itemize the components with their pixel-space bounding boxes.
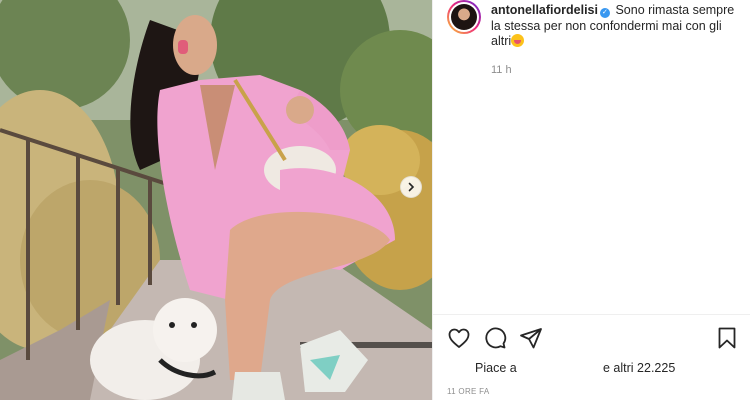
grinning-tongue-emoji-icon bbox=[511, 34, 525, 47]
comment-timestamp: 11 h bbox=[491, 64, 512, 76]
chevron-right-icon bbox=[408, 182, 415, 192]
avatar[interactable] bbox=[447, 0, 481, 34]
likes-prefix: Piace a bbox=[475, 361, 517, 375]
post-details-panel: antonellafiordelisi ✓ Sono rimasta sempre… bbox=[432, 0, 750, 400]
post-photo-illustration bbox=[0, 0, 432, 400]
like-button[interactable] bbox=[447, 326, 471, 355]
verified-badge-icon: ✓ bbox=[599, 8, 610, 18]
post-date[interactable]: 11 ORE FA bbox=[447, 387, 490, 396]
divider bbox=[433, 314, 750, 315]
caption-row: antonellafiordelisi ✓ Sono rimasta sempre… bbox=[447, 0, 747, 50]
heart-icon bbox=[448, 328, 470, 348]
comment-bubble-icon bbox=[485, 327, 507, 349]
bookmark-icon bbox=[718, 327, 736, 349]
save-button[interactable] bbox=[715, 326, 739, 355]
avatar-ring bbox=[449, 2, 479, 32]
comment-button[interactable] bbox=[483, 326, 507, 355]
avatar-image bbox=[451, 4, 477, 30]
username-link[interactable]: antonellafiordelisi bbox=[491, 3, 598, 17]
share-button[interactable] bbox=[519, 326, 543, 355]
carousel-next-button[interactable] bbox=[400, 176, 422, 198]
action-bar bbox=[447, 326, 743, 352]
likes-count-link[interactable]: e altri 22.225 bbox=[603, 361, 675, 375]
caption: antonellafiordelisi ✓ Sono rimasta sempre… bbox=[491, 3, 745, 50]
post-photo[interactable] bbox=[0, 0, 432, 400]
paper-plane-icon bbox=[520, 328, 542, 349]
